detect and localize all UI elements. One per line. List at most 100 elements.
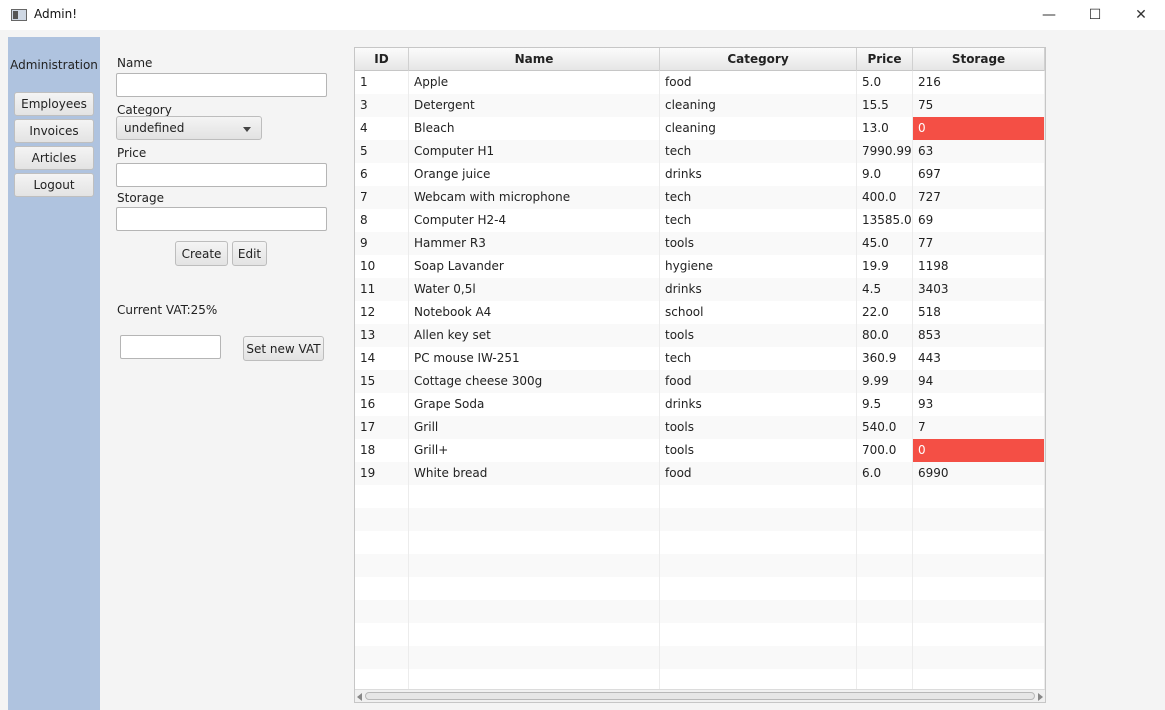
table-row[interactable]: 6 Orange juice drinks 9.0 697 [355,163,1045,186]
cell-category [660,485,857,508]
cell-price: 360.9 [857,347,913,370]
cell-id: 16 [355,393,409,416]
table-row[interactable]: 16 Grape Soda drinks 9.5 93 [355,393,1045,416]
cell-category: tools [660,324,857,347]
create-button[interactable]: Create [175,241,228,266]
vat-input[interactable] [120,335,221,359]
scroll-left-icon[interactable] [357,693,362,701]
cell-storage [913,646,1045,669]
scroll-right-icon[interactable] [1038,693,1043,701]
cell-id [355,600,409,623]
category-select[interactable]: undefined [116,116,262,140]
cell-storage: 518 [913,301,1045,324]
cell-name [409,554,660,577]
cell-storage: 727 [913,186,1045,209]
cell-name: Cottage cheese 300g [409,370,660,393]
category-label: Category [117,103,172,117]
cell-name: Grill+ [409,439,660,462]
chevron-down-icon [243,127,251,132]
cell-name [409,508,660,531]
cell-id: 4 [355,117,409,140]
cell-name: PC mouse IW-251 [409,347,660,370]
table-row[interactable]: 13 Allen key set tools 80.0 853 [355,324,1045,347]
set-new-vat-button[interactable]: Set new VAT [243,336,324,361]
table-row[interactable]: 1 Apple food 5.0 216 [355,71,1045,94]
empty-table-row [355,485,1045,508]
price-input[interactable] [116,163,327,187]
cell-price: 6.0 [857,462,913,485]
cell-name [409,531,660,554]
close-icon[interactable]: ✕ [1118,0,1164,30]
cell-category: tools [660,439,857,462]
cell-category [660,577,857,600]
table-row[interactable]: 9 Hammer R3 tools 45.0 77 [355,232,1045,255]
storage-input[interactable] [116,207,327,231]
table-row[interactable]: 19 White bread food 6.0 6990 [355,462,1045,485]
table-row[interactable]: 14 PC mouse IW-251 tech 360.9 443 [355,347,1045,370]
table-row[interactable]: 5 Computer H1 tech 7990.99 63 [355,140,1045,163]
cell-name: White bread [409,462,660,485]
empty-table-row [355,600,1045,623]
cell-name [409,600,660,623]
cell-name [409,485,660,508]
empty-table-row [355,646,1045,669]
table-row[interactable]: 10 Soap Lavander hygiene 19.9 1198 [355,255,1045,278]
table-row[interactable]: 12 Notebook A4 school 22.0 518 [355,301,1045,324]
table-row[interactable]: 7 Webcam with microphone tech 400.0 727 [355,186,1045,209]
column-header-category[interactable]: Category [660,48,857,71]
cell-id: 9 [355,232,409,255]
horizontal-scrollbar[interactable] [355,689,1045,702]
logout-button[interactable]: Logout [14,173,94,197]
cell-price: 7990.99 [857,140,913,163]
cell-category: tools [660,416,857,439]
cell-category [660,508,857,531]
cell-category: tools [660,232,857,255]
cell-name: Apple [409,71,660,94]
cell-storage: 697 [913,163,1045,186]
cell-id: 13 [355,324,409,347]
cell-storage: 0 [913,439,1045,462]
cell-price: 13585.0 [857,209,913,232]
table-row[interactable]: 15 Cottage cheese 300g food 9.99 94 [355,370,1045,393]
cell-id: 14 [355,347,409,370]
cell-price: 5.0 [857,71,913,94]
cell-name: Notebook A4 [409,301,660,324]
table-row[interactable]: 8 Computer H2-4 tech 13585.0 69 [355,209,1045,232]
cell-storage [913,531,1045,554]
cell-price: 540.0 [857,416,913,439]
cell-price [857,508,913,531]
column-header-name[interactable]: Name [409,48,660,71]
cell-storage: 0 [913,117,1045,140]
cell-name: Detergent [409,94,660,117]
table-row[interactable]: 11 Water 0,5l drinks 4.5 3403 [355,278,1045,301]
column-header-storage[interactable]: Storage [913,48,1045,71]
edit-button[interactable]: Edit [232,241,267,266]
articles-button[interactable]: Articles [14,146,94,170]
invoices-button[interactable]: Invoices [14,119,94,143]
cell-name: Water 0,5l [409,278,660,301]
maximize-icon[interactable]: ☐ [1072,0,1118,30]
cell-name: Soap Lavander [409,255,660,278]
table-row[interactable]: 17 Grill tools 540.0 7 [355,416,1045,439]
cell-category: drinks [660,278,857,301]
cell-category: tech [660,140,857,163]
name-input[interactable] [116,73,327,97]
cell-id [355,577,409,600]
price-label: Price [117,146,147,160]
scrollbar-thumb[interactable] [365,692,1035,700]
cell-id: 7 [355,186,409,209]
table-row[interactable]: 18 Grill+ tools 700.0 0 [355,439,1045,462]
sidebar-title: Administration [10,58,98,72]
column-header-id[interactable]: ID [355,48,409,71]
cell-id: 3 [355,94,409,117]
cell-id [355,646,409,669]
cell-category: food [660,71,857,94]
cell-name: Grill [409,416,660,439]
table-row[interactable]: 4 Bleach cleaning 13.0 0 [355,117,1045,140]
table-row[interactable]: 3 Detergent cleaning 15.5 75 [355,94,1045,117]
minimize-icon[interactable]: — [1026,0,1072,30]
cell-category [660,623,857,646]
app-window-icon [11,9,27,21]
employees-button[interactable]: Employees [14,92,94,116]
column-header-price[interactable]: Price [857,48,913,71]
